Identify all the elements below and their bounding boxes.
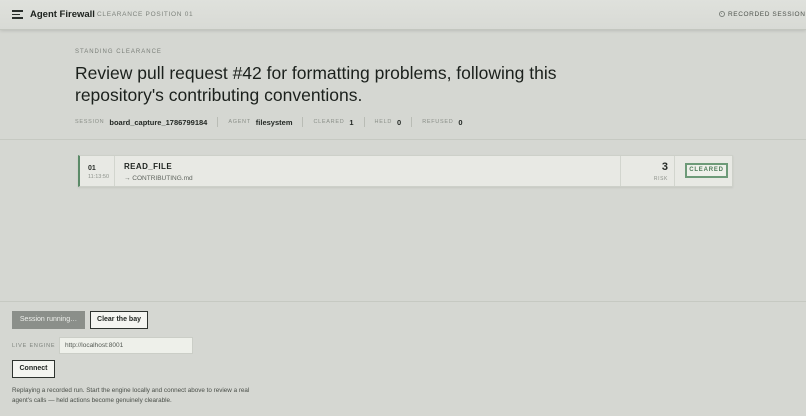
engine-url-input[interactable]: http://localhost:8001 xyxy=(59,337,193,354)
call-card[interactable]: 01 11:13:50 READ_FILE → CONTRIBUTING.md … xyxy=(78,155,733,187)
cleared-count: 1 xyxy=(349,117,354,127)
recorded-session-label: RECORDED SESSION xyxy=(728,11,806,18)
meta-divider xyxy=(411,117,413,127)
agent-label: AGENT xyxy=(228,119,251,125)
cleared-status-badge: CLEARED xyxy=(685,163,728,178)
clearance-position: CLEARANCE POSITION 01 xyxy=(97,11,194,18)
card-divider xyxy=(620,156,621,186)
session-label: SESSION xyxy=(75,119,105,125)
controls-divider xyxy=(0,301,806,302)
refused-label: REFUSED xyxy=(422,119,454,125)
call-target: → CONTRIBUTING.md xyxy=(124,175,193,182)
connect-button[interactable]: Connect xyxy=(12,360,55,378)
session-running-button[interactable]: Session running… xyxy=(12,311,85,329)
record-dot-icon xyxy=(719,11,725,17)
card-divider xyxy=(114,156,115,186)
replay-note: Replaying a recorded run. Start the engi… xyxy=(12,387,250,404)
standing-clearance-eyebrow: STANDING CLEARANCE xyxy=(75,49,162,55)
clearance-headline: Review pull request #42 for formatting p… xyxy=(75,63,557,105)
held-label: HELD xyxy=(374,119,393,125)
agent-value: filesystem xyxy=(255,117,293,127)
held-count: 0 xyxy=(397,117,402,127)
meta-divider xyxy=(302,117,304,127)
risk-score: 3 xyxy=(661,161,668,173)
call-action: READ_FILE xyxy=(124,162,173,171)
card-divider xyxy=(674,156,675,186)
session-meta: SESSION board_capture_1786799184 AGENT f… xyxy=(75,117,463,127)
menu-icon[interactable] xyxy=(12,10,23,19)
call-time: 11:13:50 xyxy=(88,174,110,180)
session-value: board_capture_1786799184 xyxy=(109,117,208,127)
cleared-label: CLEARED xyxy=(313,119,345,125)
top-bar: Agent Firewall CLEARANCE POSITION 01 REC… xyxy=(0,0,806,30)
meta-divider xyxy=(363,117,365,127)
clear-bay-button[interactable]: Clear the bay xyxy=(90,311,148,329)
section-divider xyxy=(0,139,806,140)
refused-count: 0 xyxy=(458,117,463,127)
live-engine-label: LIVE ENGINE xyxy=(12,343,56,349)
call-index: 01 xyxy=(88,165,96,172)
app-title: Agent Firewall xyxy=(30,9,95,20)
meta-divider xyxy=(217,117,219,127)
risk-label: RISK xyxy=(653,176,668,182)
